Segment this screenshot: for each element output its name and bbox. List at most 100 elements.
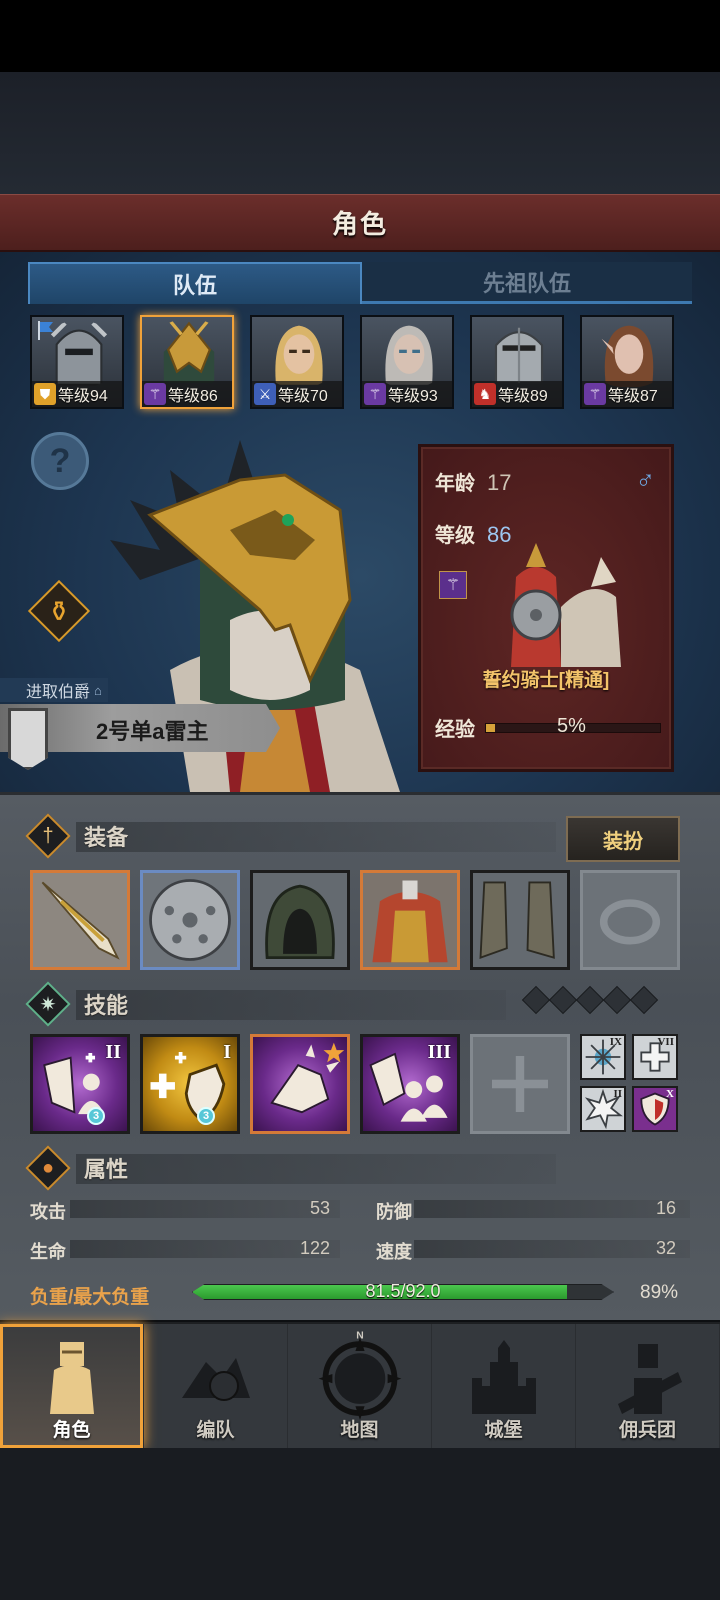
boots-item-icon <box>479 881 555 959</box>
roster-portrait[interactable]: ♞ 等级89 <box>470 315 564 409</box>
hero-name: 2号单a雷主 <box>96 719 209 744</box>
ring-icon <box>599 899 661 945</box>
hood-item-icon <box>265 884 335 960</box>
passive-skills: IX VII II X <box>580 1034 678 1132</box>
tab-ancestor-team[interactable]: 先祖队伍 <box>362 262 692 304</box>
nav-character[interactable]: 角色 <box>0 1324 144 1448</box>
roster-portrait-selected[interactable]: ⚚ 等级86 <box>140 315 234 409</box>
roster-portrait[interactable]: ⚚ 等级93 <box>360 315 454 409</box>
horse-icon: ♞ <box>474 383 496 405</box>
tab-team[interactable]: 队伍 <box>28 262 362 304</box>
passive-skill[interactable]: II <box>580 1086 626 1132</box>
skills-header: ✷ 技能 <box>25 981 129 1027</box>
shield-strike-icon <box>270 1042 345 1114</box>
skill-pip <box>548 985 578 1015</box>
skill-slot[interactable]: III <box>360 1034 460 1134</box>
wand-icon: ⚚ <box>364 383 386 405</box>
nav-label: 编队 <box>196 1420 235 1441</box>
dress-up-button[interactable]: 装扮 <box>566 816 680 862</box>
skill-gem-count: 3 <box>87 1107 105 1125</box>
speed-value: 32 <box>655 1238 676 1258</box>
nav-label: 角色 <box>52 1420 91 1441</box>
banner-icon <box>8 708 48 770</box>
equip-slot-helmet[interactable] <box>250 870 350 970</box>
hero-info-card: 年龄 17 ♂ 等级 86 ⚚ 誓约骑士[精通] 经验 5% <box>418 444 674 772</box>
load-percent: 89% <box>640 1282 679 1303</box>
steel-helm-portrait <box>494 327 544 384</box>
age-label: 年龄 <box>435 473 475 495</box>
round-shield-item-icon <box>149 879 231 961</box>
wand-icon: ⚚ <box>584 383 606 405</box>
nav-map[interactable]: N 地图 <box>288 1324 432 1448</box>
exp-row: 经验 <box>435 713 475 742</box>
roster-portrait[interactable]: ⚚ 等级87 <box>580 315 674 409</box>
equipment-slots <box>30 870 680 970</box>
roster-level: ⚔ 等级70 <box>252 381 342 407</box>
flag-icon <box>38 321 53 340</box>
passive-rank: X <box>666 1088 674 1100</box>
page-header: 角色 <box>0 194 720 252</box>
star-burst-icon: ✷ <box>25 981 71 1027</box>
shield-icon: ⛊ <box>34 383 56 405</box>
equip-slot-shield[interactable] <box>140 870 240 970</box>
exp-bar-fill <box>486 724 495 732</box>
eagle-mask-portrait <box>163 320 215 383</box>
passive-skill[interactable]: IX <box>580 1034 626 1080</box>
roster-level-text: 等级70 <box>278 388 328 405</box>
knight-class-artwork <box>510 543 621 667</box>
skill-slot[interactable]: II 3 <box>30 1034 130 1134</box>
background <box>0 72 720 194</box>
skill-pips <box>521 985 659 1015</box>
person-icon: ● <box>25 1145 71 1191</box>
roster-portrait[interactable]: ⛊ 等级94 <box>30 315 124 409</box>
attack-value: 53 <box>309 1198 330 1218</box>
roster-level: ⚚ 等级87 <box>582 381 672 407</box>
passive-skill[interactable]: X <box>632 1086 678 1132</box>
nav-formation[interactable]: 编队 <box>144 1324 288 1448</box>
skill-slot[interactable] <box>250 1034 350 1134</box>
status-bar <box>0 0 720 72</box>
sword-icon: ⚔ <box>254 383 276 405</box>
skill-pip <box>602 985 632 1015</box>
equipment-header: † 装备 <box>25 813 129 859</box>
nav-mercenary[interactable]: 佣兵团 <box>576 1324 720 1448</box>
equip-slot-ring-empty[interactable] <box>580 870 680 970</box>
sword-item-icon <box>41 881 120 960</box>
passive-skill[interactable]: VII <box>632 1034 678 1080</box>
roster: ⛊ 等级94 ⚚ 等级86 ⚔ 等级70 ⚚ 等级93 ♞ 等级89 ⚚ 等级8… <box>30 315 680 409</box>
skills-title: 技能 <box>84 993 129 1018</box>
skill-rank: I <box>223 1041 231 1063</box>
male-icon: ♂ <box>635 465 656 495</box>
skill-slot[interactable]: I 3 <box>140 1034 240 1134</box>
team-tabs: 队伍 先祖队伍 <box>28 262 692 304</box>
roster-level: ⛊ 等级94 <box>32 381 122 407</box>
skill-pip <box>629 985 659 1015</box>
roster-level-text: 等级93 <box>388 388 438 405</box>
skill-rank: III <box>427 1041 451 1063</box>
skill-slot-empty[interactable] <box>470 1034 570 1134</box>
speed-label: 速度 <box>376 1242 412 1262</box>
attributes-header: ● 属性 <box>25 1145 128 1191</box>
passive-rank: VII <box>657 1036 674 1048</box>
roster-portrait[interactable]: ⚔ 等级70 <box>250 315 344 409</box>
exp-percent: 5% <box>557 715 586 737</box>
roster-level-text: 等级94 <box>58 388 108 405</box>
equipment-title: 装备 <box>84 825 129 850</box>
house-icon: ⌂ <box>94 682 102 698</box>
compass-map-icon: N <box>318 1330 401 1420</box>
equip-slot-weapon[interactable] <box>30 870 130 970</box>
nav-castle[interactable]: 城堡 <box>432 1324 576 1448</box>
load-text: 81.5/92.0 <box>365 1281 441 1301</box>
castle-icon <box>471 1340 536 1414</box>
potion-button[interactable]: ⚱ <box>27 579 91 643</box>
hp-label: 生命 <box>30 1242 66 1262</box>
question-icon: ? <box>49 441 71 480</box>
bottom-nav: 角色 编队 N 地图 城堡 佣兵团 <box>0 1322 720 1448</box>
defense-label: 防御 <box>376 1202 412 1222</box>
class-name: 誓约骑士[精通] <box>482 670 610 691</box>
skill-gem-count: 3 <box>197 1107 215 1125</box>
equip-slot-boots[interactable] <box>470 870 570 970</box>
equip-slot-armor[interactable] <box>360 870 460 970</box>
help-button[interactable]: ? <box>31 432 89 490</box>
passive-rank: IX <box>609 1036 622 1048</box>
